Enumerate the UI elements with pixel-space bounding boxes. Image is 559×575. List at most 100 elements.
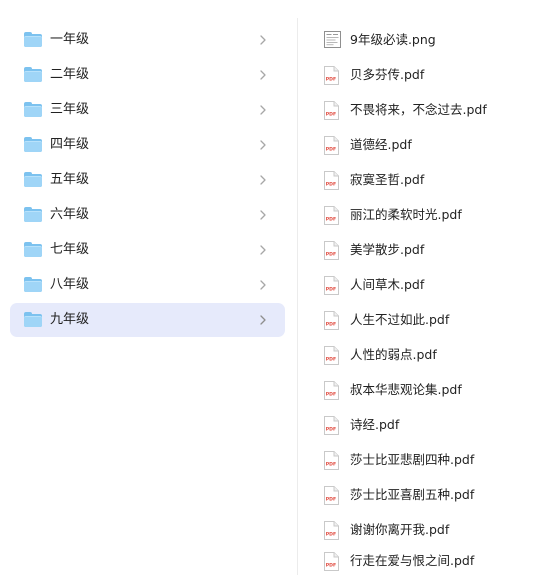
- pdf-file-icon: PDF: [324, 346, 339, 365]
- folder-icon: [24, 242, 42, 257]
- folder-icon: [24, 67, 42, 82]
- folder-row-grade-8[interactable]: 八年级: [10, 268, 285, 302]
- file-name: 9年级必读.png: [350, 32, 436, 47]
- svg-text:PDF: PDF: [326, 497, 336, 503]
- file-name: 行走在爱与恨之间.pdf: [350, 553, 475, 568]
- pdf-file-icon: PDF: [324, 486, 339, 505]
- folder-icon: [24, 102, 42, 117]
- svg-text:PDF: PDF: [326, 322, 336, 328]
- pdf-file-icon: PDF: [324, 206, 339, 225]
- folder-row-grade-9[interactable]: 九年级: [10, 303, 285, 337]
- svg-text:PDF: PDF: [326, 563, 336, 569]
- folder-column: 一年级 二年级 三年级 四年级 五年级 六年级 七年级 八年级 九年级: [0, 0, 296, 575]
- folder-label: 五年级: [50, 172, 90, 187]
- folder-row-grade-7[interactable]: 七年级: [10, 233, 285, 267]
- svg-text:PDF: PDF: [326, 427, 336, 433]
- folder-label: 一年级: [50, 32, 90, 47]
- file-name: 人性的弱点.pdf: [350, 347, 437, 362]
- file-row[interactable]: 9年级必读.png: [322, 26, 552, 54]
- chevron-right-icon: [260, 315, 266, 325]
- folder-label: 二年级: [50, 67, 90, 82]
- folder-icon: [24, 32, 42, 47]
- file-name: 不畏将来，不念过去.pdf: [350, 102, 487, 117]
- svg-text:PDF: PDF: [326, 77, 336, 83]
- svg-text:PDF: PDF: [326, 392, 336, 398]
- pdf-file-icon: PDF: [324, 241, 339, 260]
- pdf-file-icon: PDF: [324, 101, 339, 120]
- svg-text:PDF: PDF: [326, 462, 336, 468]
- chevron-right-icon: [260, 140, 266, 150]
- chevron-right-icon: [260, 245, 266, 255]
- svg-text:PDF: PDF: [326, 287, 336, 293]
- file-name: 贝多芬传.pdf: [350, 67, 425, 82]
- folder-label: 八年级: [50, 277, 90, 292]
- file-name: 莎士比亚喜剧五种.pdf: [350, 487, 475, 502]
- file-name: 叔本华悲观论集.pdf: [350, 382, 462, 397]
- chevron-right-icon: [260, 210, 266, 220]
- folder-icon: [24, 137, 42, 152]
- chevron-right-icon: [260, 35, 266, 45]
- file-name: 莎士比亚悲剧四种.pdf: [350, 452, 475, 467]
- file-name: 道德经.pdf: [350, 137, 412, 152]
- file-name: 丽江的柔软时光.pdf: [350, 207, 462, 222]
- svg-text:PDF: PDF: [326, 147, 336, 153]
- image-file-icon: [324, 31, 341, 48]
- file-row[interactable]: PDF 谢谢你离开我.pdf: [322, 516, 552, 544]
- folder-row-grade-5[interactable]: 五年级: [10, 163, 285, 197]
- pdf-file-icon: PDF: [324, 311, 339, 330]
- file-row[interactable]: PDF 人生不过如此.pdf: [322, 306, 552, 334]
- file-row[interactable]: PDF 贝多芬传.pdf: [322, 61, 552, 89]
- file-name: 美学散步.pdf: [350, 242, 425, 257]
- file-row[interactable]: PDF 寂寞圣哲.pdf: [322, 166, 552, 194]
- pdf-file-icon: PDF: [324, 136, 339, 155]
- file-row[interactable]: PDF 丽江的柔软时光.pdf: [322, 201, 552, 229]
- svg-text:PDF: PDF: [326, 182, 336, 188]
- file-row[interactable]: PDF 行走在爱与恨之间.pdf: [322, 547, 552, 575]
- chevron-right-icon: [260, 105, 266, 115]
- file-name: 诗经.pdf: [350, 417, 400, 432]
- folder-row-grade-2[interactable]: 二年级: [10, 58, 285, 92]
- pdf-file-icon: PDF: [324, 171, 339, 190]
- folder-label: 七年级: [50, 242, 90, 257]
- pdf-file-icon: PDF: [324, 381, 339, 400]
- folder-row-grade-6[interactable]: 六年级: [10, 198, 285, 232]
- file-row[interactable]: PDF 美学散步.pdf: [322, 236, 552, 264]
- file-row[interactable]: PDF 人间草木.pdf: [322, 271, 552, 299]
- svg-text:PDF: PDF: [326, 217, 336, 223]
- folder-row-grade-3[interactable]: 三年级: [10, 93, 285, 127]
- folder-row-grade-4[interactable]: 四年级: [10, 128, 285, 162]
- file-row[interactable]: PDF 人性的弱点.pdf: [322, 341, 552, 369]
- pdf-file-icon: PDF: [324, 451, 339, 470]
- file-row[interactable]: PDF 莎士比亚悲剧四种.pdf: [322, 446, 552, 474]
- file-row[interactable]: PDF 叔本华悲观论集.pdf: [322, 376, 552, 404]
- folder-icon: [24, 277, 42, 292]
- file-name: 谢谢你离开我.pdf: [350, 522, 450, 537]
- file-row[interactable]: PDF 道德经.pdf: [322, 131, 552, 159]
- svg-text:PDF: PDF: [326, 532, 336, 538]
- pdf-file-icon: PDF: [324, 521, 339, 540]
- svg-text:PDF: PDF: [326, 252, 336, 258]
- pdf-file-icon: PDF: [324, 416, 339, 435]
- chevron-right-icon: [260, 70, 266, 80]
- svg-text:PDF: PDF: [326, 112, 336, 118]
- folder-label: 六年级: [50, 207, 90, 222]
- file-browser: 一年级 二年级 三年级 四年级 五年级 六年级 七年级 八年级 九年级 9年级必…: [0, 0, 559, 575]
- file-name: 人生不过如此.pdf: [350, 312, 450, 327]
- folder-icon: [24, 172, 42, 187]
- folder-label: 九年级: [50, 312, 90, 327]
- file-column: 9年级必读.png PDF 贝多芬传.pdf PDF 不畏将来，不念过去.pdf…: [298, 0, 559, 575]
- pdf-file-icon: PDF: [324, 66, 339, 85]
- file-name: 人间草木.pdf: [350, 277, 425, 292]
- folder-label: 四年级: [50, 137, 90, 152]
- folder-label: 三年级: [50, 102, 90, 117]
- file-row[interactable]: PDF 不畏将来，不念过去.pdf: [322, 96, 552, 124]
- file-row[interactable]: PDF 莎士比亚喜剧五种.pdf: [322, 481, 552, 509]
- pdf-file-icon: PDF: [324, 276, 339, 295]
- chevron-right-icon: [260, 280, 266, 290]
- file-row[interactable]: PDF 诗经.pdf: [322, 411, 552, 439]
- file-name: 寂寞圣哲.pdf: [350, 172, 425, 187]
- folder-row-grade-1[interactable]: 一年级: [10, 23, 285, 57]
- svg-text:PDF: PDF: [326, 357, 336, 363]
- pdf-file-icon: PDF: [324, 552, 339, 571]
- chevron-right-icon: [260, 175, 266, 185]
